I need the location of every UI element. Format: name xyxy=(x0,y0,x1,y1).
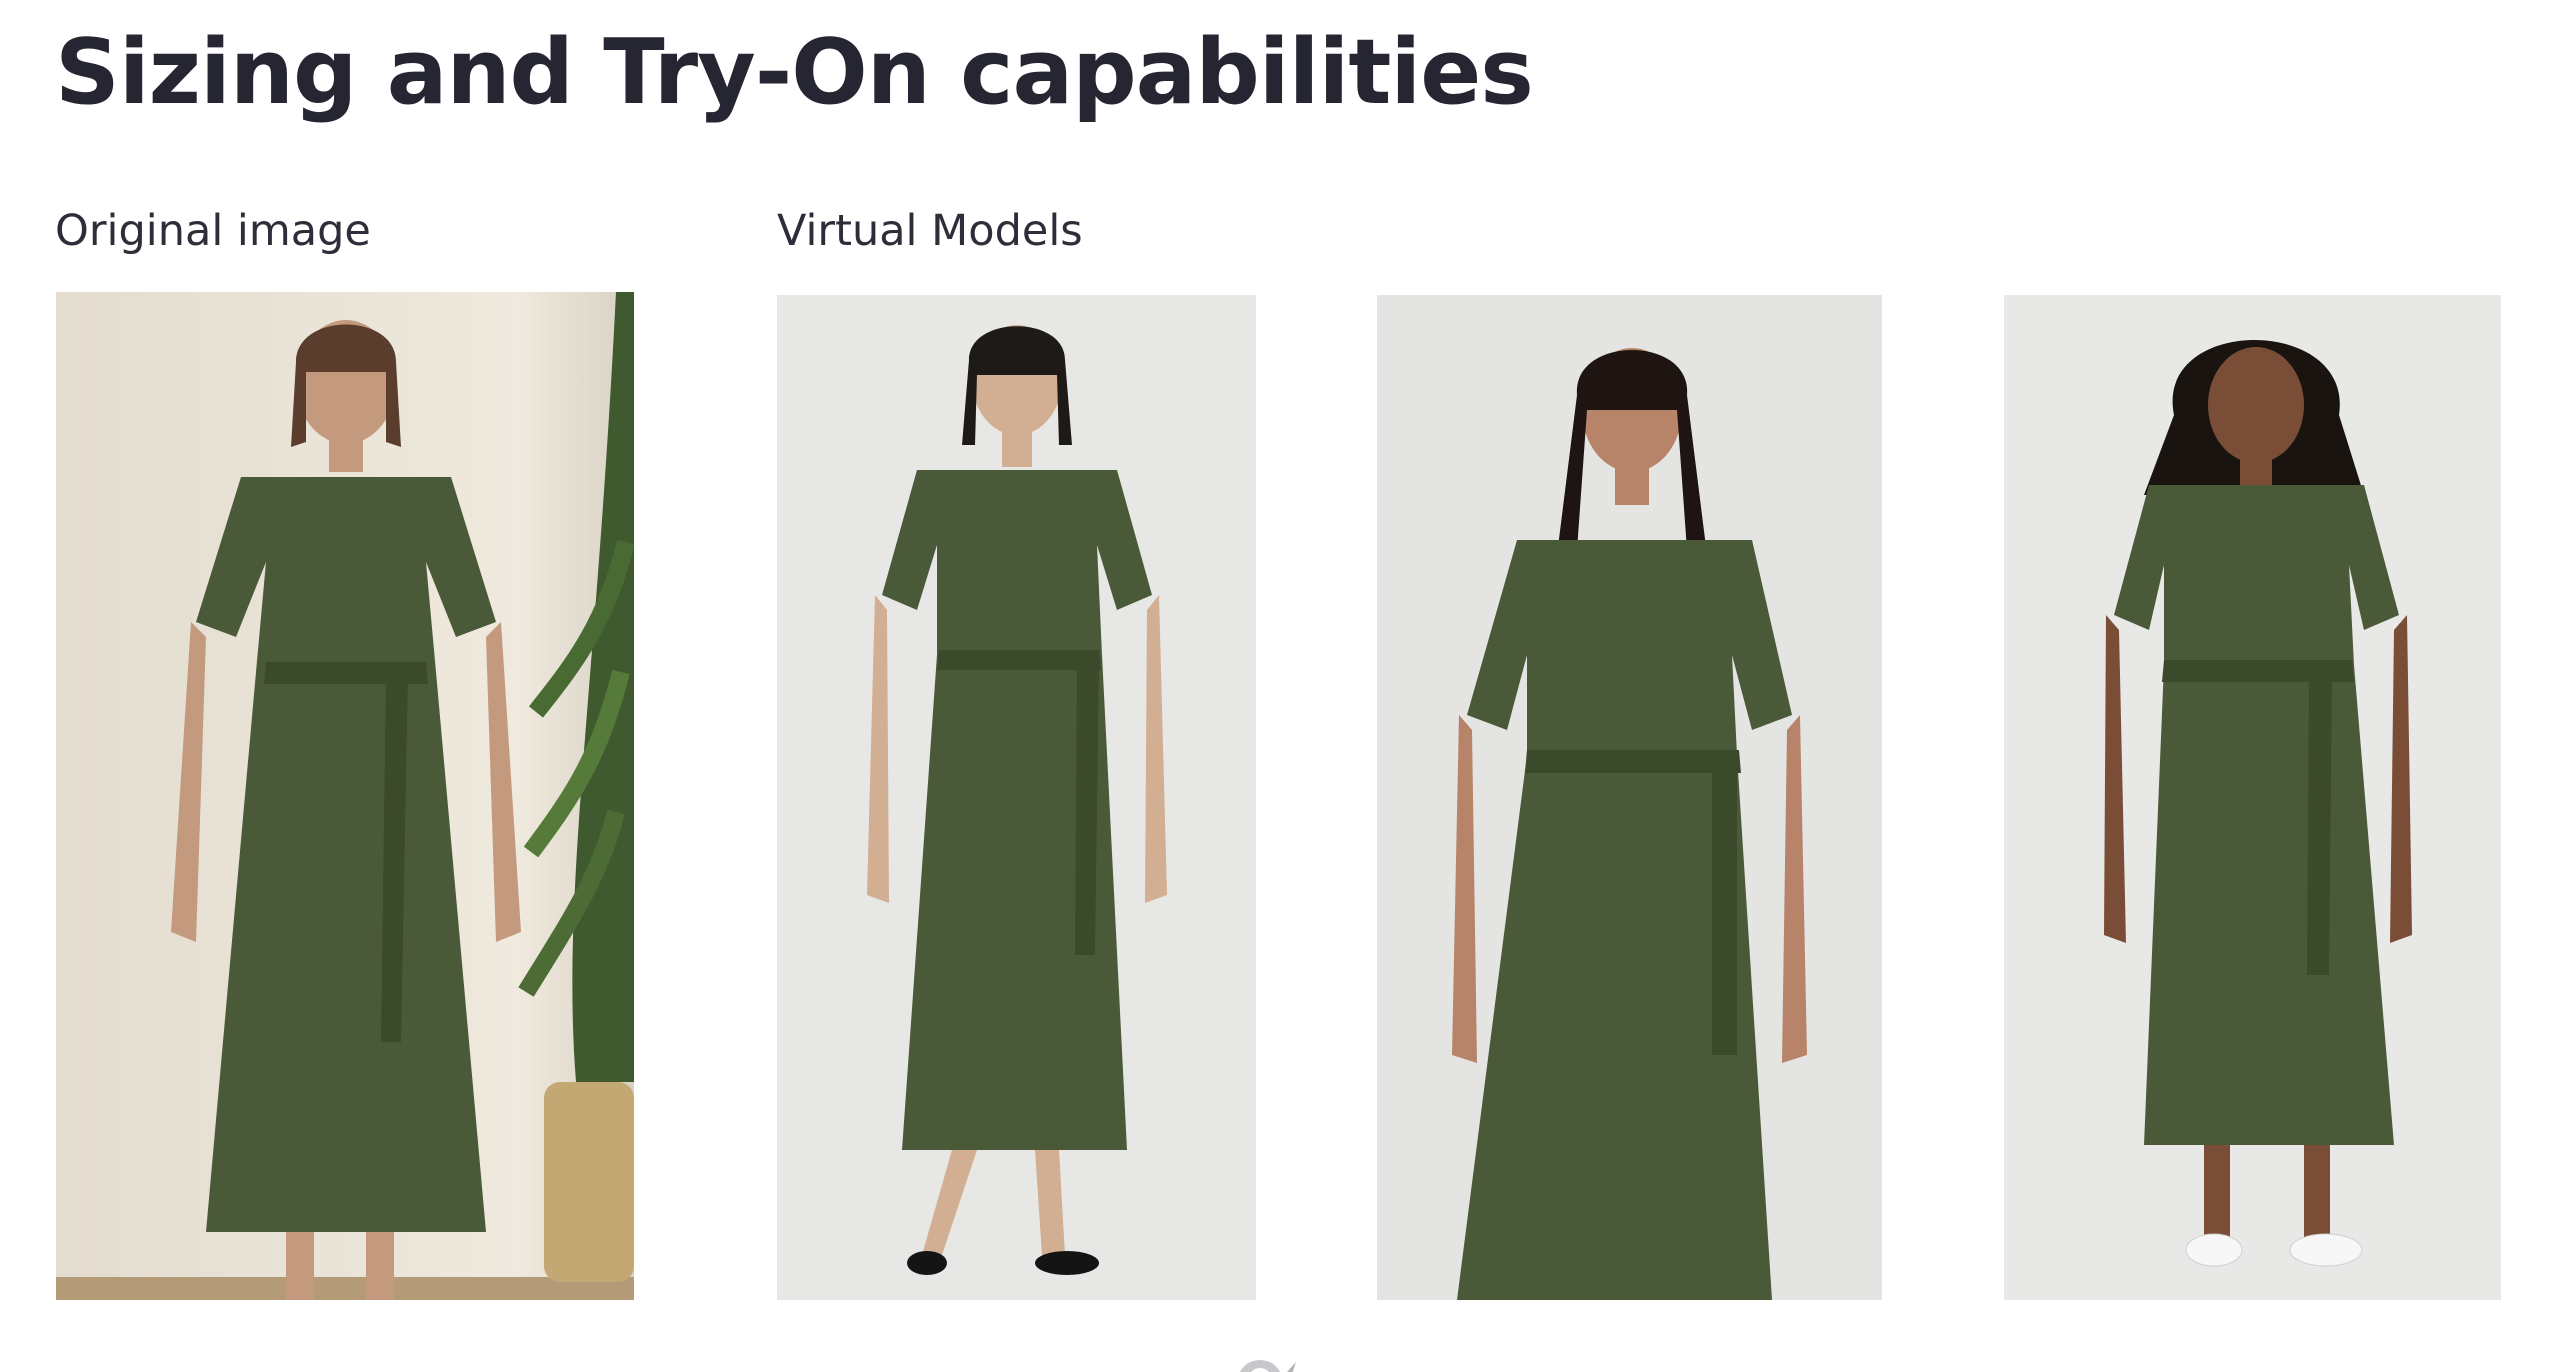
original-image-label: Original image xyxy=(55,206,371,256)
virtual-model-1-photo xyxy=(777,295,1256,1300)
page: Sizing and Try-On capabilities Original … xyxy=(0,0,2560,1372)
virtual-models-label: Virtual Models xyxy=(777,206,1083,256)
virtual-model-3-photo xyxy=(2004,295,2501,1300)
original-photo xyxy=(56,292,634,1300)
brand-logo-icon xyxy=(1218,1352,1338,1372)
virtual-model-2-photo xyxy=(1377,295,1882,1300)
page-title: Sizing and Try-On capabilities xyxy=(55,20,1534,125)
